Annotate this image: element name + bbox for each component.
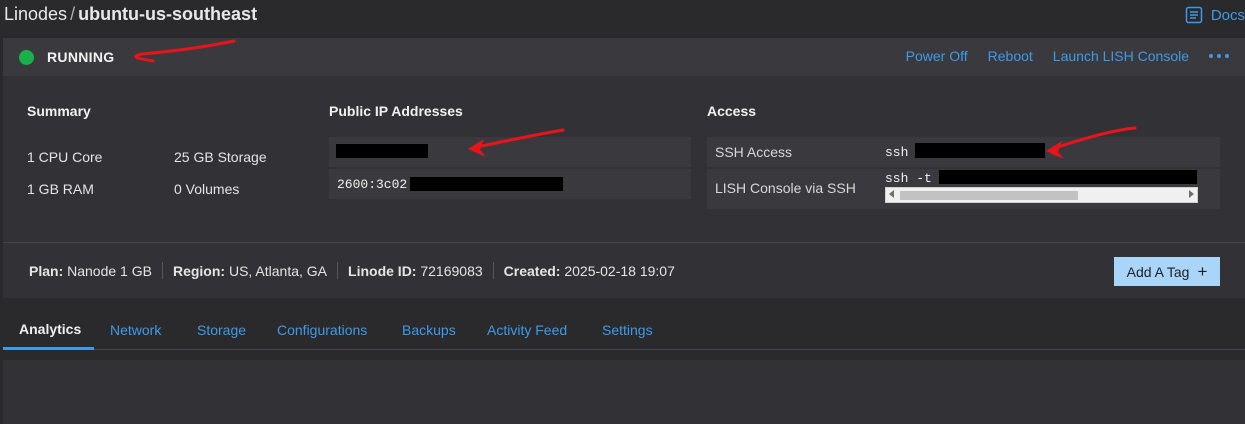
breadcrumb-separator: /	[70, 4, 76, 24]
ipv6-address-row[interactable]: 2600:3c02:	[329, 169, 691, 199]
volume-count: 0 Volumes	[174, 181, 240, 197]
page-title[interactable]: ubuntu-us-southeast	[78, 4, 257, 24]
card-divider	[3, 242, 1245, 243]
created-meta: Created: 2025-02-18 19:07	[503, 262, 675, 279]
tab-storage[interactable]: Storage	[181, 310, 262, 350]
ssh-access-command[interactable]: ssh	[885, 145, 908, 160]
scroll-left-arrow-icon[interactable]	[889, 190, 894, 198]
tab-backups[interactable]: Backups	[386, 310, 472, 350]
linode-id-meta: Linode ID: 72169083	[348, 262, 483, 279]
access-table: SSH Access ssh LISH Console via SSH ssh …	[707, 137, 1220, 209]
lish-console-row: LISH Console via SSH ssh -t	[707, 169, 1220, 209]
meta-divider	[161, 262, 163, 279]
tab-activity-feed[interactable]: Activity Feed	[471, 310, 583, 350]
breadcrumb-linodes-link[interactable]: Linodes	[4, 4, 67, 24]
region-meta: Region: US, Atlanta, GA	[172, 262, 328, 279]
tab-configurations[interactable]: Configurations	[261, 310, 383, 350]
ipv6-redacted	[410, 177, 563, 191]
plan-meta: Plan: Nanode 1 GB	[29, 262, 152, 279]
breadcrumb: Linodes / ubuntu-us-southeast	[4, 4, 257, 25]
lish-horizontal-scrollbar[interactable]	[885, 187, 1198, 203]
add-tag-label: Add A Tag	[1126, 263, 1190, 280]
linode-tabs: Analytics Network Storage Configurations…	[3, 310, 1245, 350]
launch-lish-console-button[interactable]: Launch LISH Console	[1053, 48, 1189, 64]
ssh-access-label: SSH Access	[715, 144, 793, 160]
summary-title: Summary	[27, 103, 91, 119]
more-dots-icon[interactable]	[1209, 54, 1229, 58]
meta-divider	[337, 262, 339, 279]
analytics-panel	[3, 360, 1245, 424]
ipv4-redacted	[336, 144, 428, 158]
ipv6-address-prefix: 2600:3c02:	[337, 177, 416, 192]
meta-divider	[492, 262, 494, 279]
access-title: Access	[707, 103, 757, 119]
docs-icon	[1185, 6, 1203, 24]
linode-meta-row: Plan: Nanode 1 GB Region: US, Atlanta, G…	[29, 262, 675, 279]
tab-network[interactable]: Network	[94, 310, 177, 350]
status-label: RUNNING	[47, 49, 115, 65]
tab-analytics[interactable]: Analytics	[3, 310, 94, 350]
action-bar: Power Off Reboot Launch LISH Console	[906, 48, 1245, 64]
public-ip-title: Public IP Addresses	[329, 103, 463, 119]
add-tag-button[interactable]: Add A Tag +	[1114, 257, 1220, 286]
lish-console-command[interactable]: ssh -t	[885, 171, 932, 186]
status-indicator-icon	[19, 50, 34, 65]
ssh-access-redacted	[915, 143, 1045, 158]
lish-console-label: LISH Console via SSH	[715, 180, 856, 196]
top-bar: Linodes / ubuntu-us-southeast Docs	[0, 0, 1245, 36]
tab-settings[interactable]: Settings	[586, 310, 669, 350]
ssh-access-row: SSH Access ssh	[707, 137, 1220, 167]
lish-console-redacted	[939, 170, 1197, 184]
docs-link[interactable]: Docs	[1185, 5, 1245, 25]
docs-link-label[interactable]: Docs	[1211, 7, 1245, 24]
scroll-thumb[interactable]	[900, 191, 1078, 200]
scroll-right-arrow-icon[interactable]	[1189, 190, 1194, 198]
linode-summary-card: RUNNING Power Off Reboot Launch LISH Con…	[3, 38, 1245, 298]
cpu-core-count: 1 CPU Core	[27, 149, 103, 165]
reboot-button[interactable]: Reboot	[988, 48, 1033, 64]
ram-size: 1 GB RAM	[27, 181, 94, 197]
power-off-button[interactable]: Power Off	[906, 48, 968, 64]
plus-icon: +	[1197, 262, 1208, 281]
storage-size: 25 GB Storage	[174, 149, 267, 165]
ipv4-address-row[interactable]	[329, 137, 691, 167]
status-bar: RUNNING Power Off Reboot Launch LISH Con…	[3, 38, 1245, 76]
